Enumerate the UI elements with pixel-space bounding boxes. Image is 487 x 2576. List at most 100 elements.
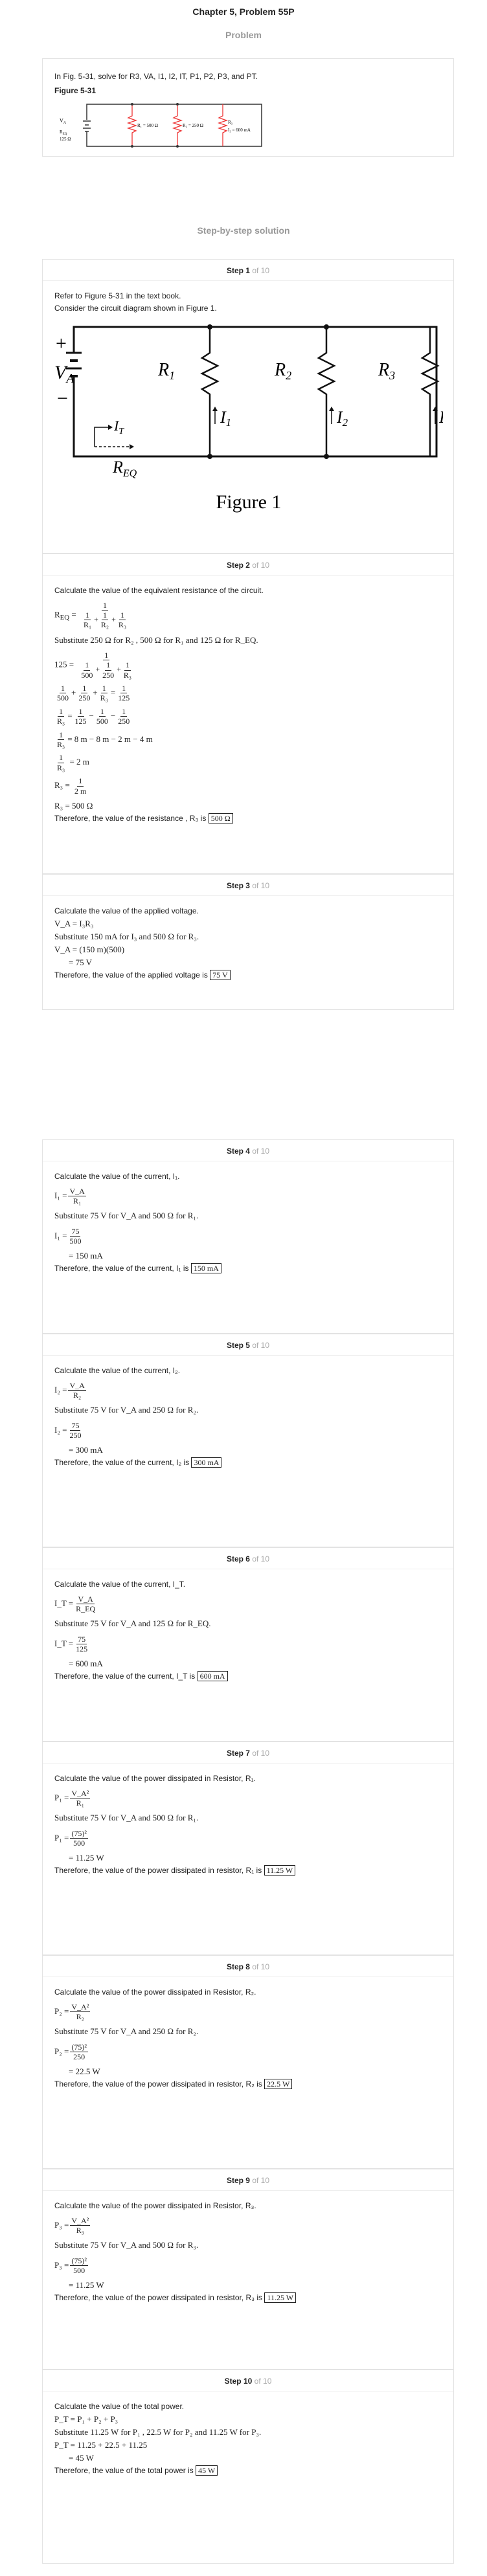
step-1-header: Step 1 of 10	[226, 266, 270, 275]
fig1-minus: −	[57, 388, 68, 409]
step-3-eq-1: V_A = I₃R₃	[54, 918, 94, 928]
step-8-header: Step 8 of 10	[226, 1962, 270, 1971]
step-2-conclusion: Therefore, the value of the resistance ,…	[54, 812, 442, 825]
problem-card: In Fig. 5-31, solve for R3, VA, I1, I2, …	[42, 58, 454, 157]
fig1-caption: Figure 1	[216, 491, 282, 513]
step-2-eq-6: R₃ = 12 m	[54, 776, 87, 796]
step-5-answer: 300 mA	[191, 1457, 222, 1468]
step-1-line-2: Consider the circuit diagram shown in Fi…	[54, 303, 217, 313]
step-3-card: Step 3 of 10 Calculate the value of the …	[42, 874, 454, 1010]
step-3-header: Step 3 of 10	[226, 881, 270, 890]
step-6-answer: 600 mA	[197, 1671, 228, 1682]
step-4-conclusion: Therefore, the value of the current, I₁ …	[54, 1262, 442, 1275]
step-5-eq: I₂ = 75 250	[54, 1420, 82, 1440]
step-3-subst: Substitute 150 mA for I₃ and 500 Ω for R…	[54, 931, 199, 941]
step-9-formula: P₃ = V_A² R₃	[54, 2215, 91, 2235]
step-8-answer: 22.5 W	[264, 2079, 293, 2090]
step-4-card: Step 4 of 10 Calculate the value of the …	[42, 1139, 454, 1334]
step-5-result: = 300 mA	[69, 1445, 103, 1455]
step-8-intro: Calculate the value of the power dissipa…	[54, 1988, 256, 1997]
step-2-card: Step 2 of 10 Calculate the value of the …	[42, 554, 454, 874]
fig-i3-label: I₃ = 600 mA	[228, 128, 251, 133]
page-title: Chapter 5, Problem 55P	[192, 6, 295, 17]
step-5-conclusion: Therefore, the value of the current, I₂ …	[54, 1457, 442, 1469]
step-7-subst: Substitute 75 V for V_A and 500 Ω for R₁…	[54, 1813, 199, 1823]
fig1-i2: I2	[336, 408, 348, 429]
step-2-subst: Substitute 250 Ω for R₂ , 500 Ω for R₁ a…	[54, 634, 258, 645]
step-4-intro: Calculate the value of the current, I₁.	[54, 1172, 180, 1181]
step-2-eq-7: R₃ = 500 Ω	[54, 800, 93, 811]
step-10-intro: Calculate the value of the total power.	[54, 2402, 185, 2411]
step-8-card: Step 8 of 10 Calculate the value of the …	[42, 1955, 454, 2169]
step-8-formula: P₂ = V_A² R₂	[54, 2002, 91, 2021]
step-1-line-1: Refer to Figure 5-31 in the text book.	[54, 291, 181, 300]
step-10-eq-3: = 45 W	[69, 2453, 94, 2463]
step-3-answer: 75 V	[210, 970, 231, 981]
step-7-header: Step 7 of 10	[226, 1749, 270, 1758]
step-2-eq-3: 1 R₃ = 1 125−1 500−1 250	[57, 706, 130, 726]
step-8-result: = 22.5 W	[69, 2066, 100, 2077]
step-10-eq-1: P_T = P₁ + P₂ + P₃	[54, 2414, 119, 2424]
fig-req-label: REQ	[60, 129, 67, 136]
step-8-conclusion: Therefore, the value of the power dissip…	[54, 2078, 442, 2090]
step-9-result: = 11.25 W	[69, 2280, 104, 2290]
step-2-answer: 500 Ω	[208, 813, 233, 824]
step-5-intro: Calculate the value of the current, I₂.	[54, 1366, 181, 1375]
step-4-header: Step 4 of 10	[226, 1147, 270, 1156]
step-10-conclusion: Therefore, the value of the total power …	[54, 2465, 442, 2477]
step-2-header: Step 2 of 10	[226, 561, 270, 570]
fig-req-value: 125 Ω	[60, 137, 71, 142]
fig1-i3: I3	[438, 408, 443, 429]
step-7-result: = 11.25 W	[69, 1853, 104, 1863]
fig-r1-label: R₁ = 500 Ω	[137, 123, 158, 128]
step-7-card: Step 7 of 10 Calculate the value of the …	[42, 1742, 454, 1955]
fig-r3-label: R₃	[228, 120, 233, 125]
fig1-r3: R3	[378, 360, 395, 382]
step-5-subst: Substitute 75 V for V_A and 250 Ω for R₂…	[54, 1405, 199, 1415]
step-6-subst: Substitute 75 V for V_A and 125 Ω for R_…	[54, 1618, 211, 1629]
step-5-formula: I₂ = V_A R₂	[54, 1380, 86, 1400]
step-7-intro: Calculate the value of the power dissipa…	[54, 1774, 256, 1783]
step-7-answer: 11.25 W	[264, 1865, 296, 1876]
step-7-eq: P₁ = (75)² 500	[54, 1828, 88, 1848]
step-4-eq: I₁ = 75 500	[54, 1226, 82, 1246]
step-10-card: Step 10 of 10 Calculate the value of the…	[42, 2369, 454, 2564]
problem-text: In Fig. 5-31, solve for R3, VA, I1, I2, …	[54, 72, 258, 81]
step-6-header: Step 6 of 10	[226, 1554, 270, 1563]
step-6-card: Step 6 of 10 Calculate the value of the …	[42, 1547, 454, 1742]
fig1-req: REQ	[112, 458, 137, 479]
step-4-formula: I₁ = V_A R₁	[54, 1186, 86, 1205]
step-2-eq-2: 1 500 +1 250 +1 R₃ = 1 125	[57, 684, 130, 703]
step-2-eq-1: 125 = 1 1 500 +1 250 +1 R₃	[54, 650, 132, 680]
fig1-plus: +	[56, 333, 67, 354]
step-3-intro: Calculate the value of the applied volta…	[54, 906, 199, 915]
step-6-eq: I_T = 75 125	[54, 1634, 88, 1653]
step-10-subst: Substitute 11.25 W for P₁ , 22.5 W for P…	[54, 2426, 262, 2437]
step-6-conclusion: Therefore, the value of the current, I_T…	[54, 1670, 442, 1683]
step-2-formula: REQ = 1 1 R₁ +1 R₂ +1 R₃	[54, 600, 127, 630]
step-2-intro: Calculate the value of the equivalent re…	[54, 586, 264, 595]
step-9-card: Step 9 of 10 Calculate the value of the …	[42, 2169, 454, 2369]
step-6-result: = 600 mA	[69, 1659, 103, 1669]
step-5-header: Step 5 of 10	[226, 1341, 270, 1350]
figure-1-circuit: + − VA R1 R2 R3 I1 I2 I3 IT REQ Figure 1	[54, 324, 450, 513]
fig-r2-label: R₂ = 250 Ω	[183, 123, 203, 128]
step-4-result: = 150 mA	[69, 1251, 103, 1261]
step-9-answer: 11.25 W	[264, 2292, 297, 2303]
step-9-eq: P₃ = (75)² 500	[54, 2256, 88, 2275]
step-6-formula: I_T = V_A R_EQ	[54, 1594, 96, 1613]
fig1-i1: I1	[220, 408, 231, 429]
step-9-subst: Substitute 75 V for V_A and 500 Ω for R₃…	[54, 2240, 199, 2250]
fig1-va: VA	[54, 362, 74, 386]
fig1-it: IT	[113, 418, 124, 436]
step-2-eq-5: 1 R₃ = 2 m	[57, 753, 89, 772]
fig1-r1: R1	[157, 360, 175, 382]
step-6-intro: Calculate the value of the current, I_T.	[54, 1580, 186, 1589]
problem-heading: Problem	[225, 30, 262, 40]
step-9-header: Step 9 of 10	[226, 2176, 270, 2185]
step-5-card: Step 5 of 10 Calculate the value of the …	[42, 1334, 454, 1547]
step-7-formula: P₁ = V_A² R₁	[54, 1788, 91, 1808]
step-3-eq-3: = 75 V	[69, 958, 92, 968]
step-10-answer: 45 W	[196, 2465, 218, 2476]
step-3-conclusion: Therefore, the value of the applied volt…	[54, 969, 442, 981]
